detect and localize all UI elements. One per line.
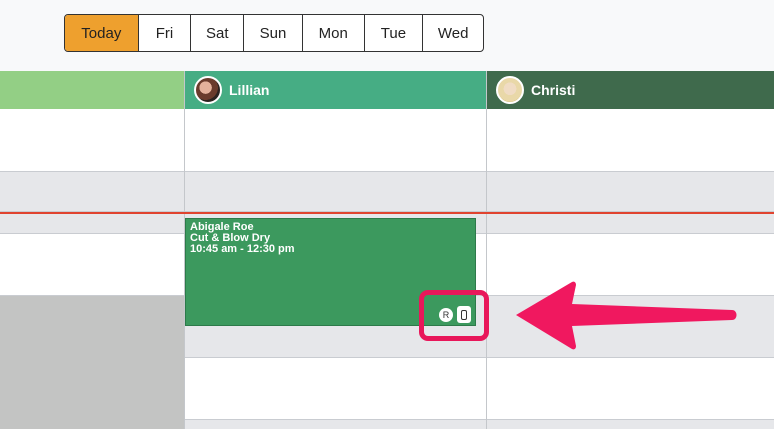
unavailable-block [0, 296, 184, 429]
time-slot-row[interactable] [0, 109, 774, 172]
day-selector: Today Fri Sat Sun Mon Tue Wed [64, 14, 484, 52]
staff-name: Christi [531, 82, 576, 98]
avatar [496, 76, 524, 104]
tab-tue[interactable]: Tue [365, 15, 424, 51]
current-time-line [0, 212, 774, 214]
staff-header-lillian[interactable]: Lillian [185, 71, 486, 109]
highlight-box [419, 290, 489, 341]
staff-header-unnamed[interactable] [0, 71, 184, 109]
tab-sat[interactable]: Sat [191, 15, 245, 51]
left-arrow-icon [516, 281, 737, 350]
column-divider [486, 71, 487, 429]
avatar [194, 76, 222, 104]
appointment-time: 10:45 am - 12:30 pm [190, 243, 295, 255]
tab-wed[interactable]: Wed [423, 15, 483, 51]
staff-name: Lillian [229, 82, 270, 98]
tab-sun[interactable]: Sun [244, 15, 303, 51]
tab-today[interactable]: Today [65, 15, 139, 51]
tab-mon[interactable]: Mon [303, 15, 365, 51]
tab-fri[interactable]: Fri [139, 15, 192, 51]
staff-header-christi[interactable]: Christi [487, 71, 774, 109]
time-slot-row[interactable] [0, 172, 774, 212]
